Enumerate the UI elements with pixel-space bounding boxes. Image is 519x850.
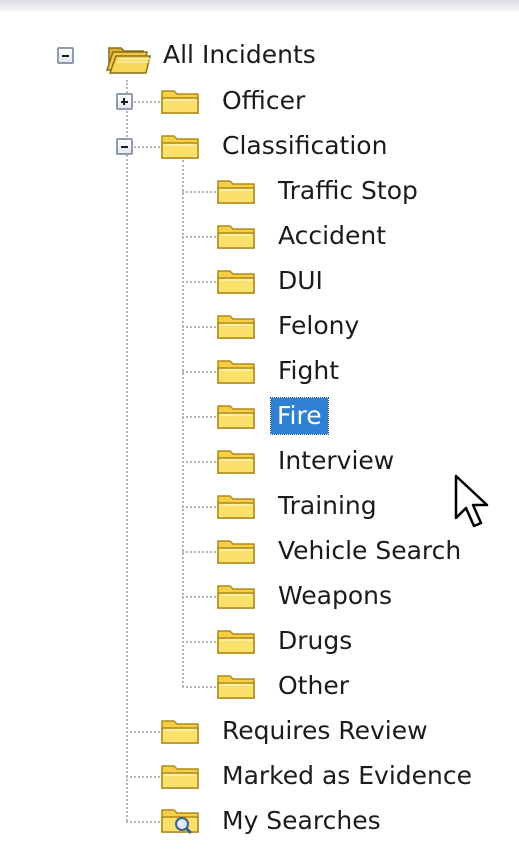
- folder-icon: [160, 87, 200, 115]
- folder-icon: [216, 447, 256, 475]
- tree-line-child: [182, 371, 216, 373]
- tree-node-fight[interactable]: Fight: [275, 353, 342, 389]
- tree-node-drugs[interactable]: Drugs: [275, 623, 355, 659]
- tree-line-my-searches: [126, 821, 160, 823]
- tree-node-dui[interactable]: DUI: [275, 263, 326, 299]
- tree-node-traffic-stop[interactable]: Traffic Stop: [275, 173, 421, 209]
- folder-icon: [216, 672, 256, 700]
- tree-line-child: [182, 191, 216, 193]
- minus-icon: [121, 146, 128, 148]
- tree-line-child: [182, 596, 216, 598]
- tree-node-requires-review[interactable]: Requires Review: [219, 713, 431, 749]
- tree-node-weapons[interactable]: Weapons: [275, 578, 395, 614]
- tree-line-classification: [182, 160, 184, 687]
- tree-line-marked-as-evidence: [126, 776, 160, 778]
- folder-icon: [216, 582, 256, 610]
- folder-icon: [216, 312, 256, 340]
- collapse-classification-button[interactable]: [116, 138, 133, 155]
- tree-line-child: [182, 686, 216, 688]
- tree-line-child: [182, 551, 216, 553]
- folder-icon: [216, 492, 256, 520]
- tree-line-child: [182, 416, 216, 418]
- tree-node-felony[interactable]: Felony: [275, 308, 362, 344]
- tree-node-interview[interactable]: Interview: [275, 443, 397, 479]
- folder-icon: [216, 267, 256, 295]
- folder-icon: [216, 402, 256, 430]
- collapse-all-incidents-button[interactable]: [57, 47, 74, 64]
- tree-node-other[interactable]: Other: [275, 668, 352, 704]
- plus-icon-stem: [123, 98, 125, 105]
- folder-icon: [216, 177, 256, 205]
- tree-node-fire[interactable]: Fire: [270, 397, 329, 435]
- tree-node-marked-as-evidence[interactable]: Marked as Evidence: [219, 758, 475, 794]
- incident-tree[interactable]: All Incidents Officer Classification Tra…: [0, 0, 519, 850]
- tree-node-all-incidents[interactable]: All Incidents: [160, 37, 319, 73]
- tree-line-child: [182, 506, 216, 508]
- folder-icon: [160, 717, 200, 745]
- tree-line-child: [182, 281, 216, 283]
- tree-line-child: [182, 641, 216, 643]
- folder-stack-icon: [103, 40, 153, 76]
- tree-node-accident[interactable]: Accident: [275, 218, 389, 254]
- tree-node-my-searches[interactable]: My Searches: [219, 803, 384, 839]
- search-folder-icon: [160, 806, 200, 835]
- tree-node-classification[interactable]: Classification: [219, 128, 390, 164]
- folder-icon: [160, 762, 200, 790]
- folder-icon: [160, 132, 200, 160]
- tree-line-child: [182, 326, 216, 328]
- folder-icon: [216, 627, 256, 655]
- tree-line-child: [182, 461, 216, 463]
- tree-line-child: [182, 236, 216, 238]
- tree-line-root: [126, 80, 128, 821]
- folder-icon: [216, 357, 256, 385]
- expand-officer-button[interactable]: [116, 93, 133, 110]
- tree-node-officer[interactable]: Officer: [219, 83, 308, 119]
- tree-node-vehicle-search[interactable]: Vehicle Search: [275, 533, 464, 569]
- minus-icon: [62, 55, 69, 57]
- folder-icon: [216, 537, 256, 565]
- tree-line-requires-review: [126, 731, 160, 733]
- tree-node-training[interactable]: Training: [275, 488, 380, 524]
- folder-icon: [216, 222, 256, 250]
